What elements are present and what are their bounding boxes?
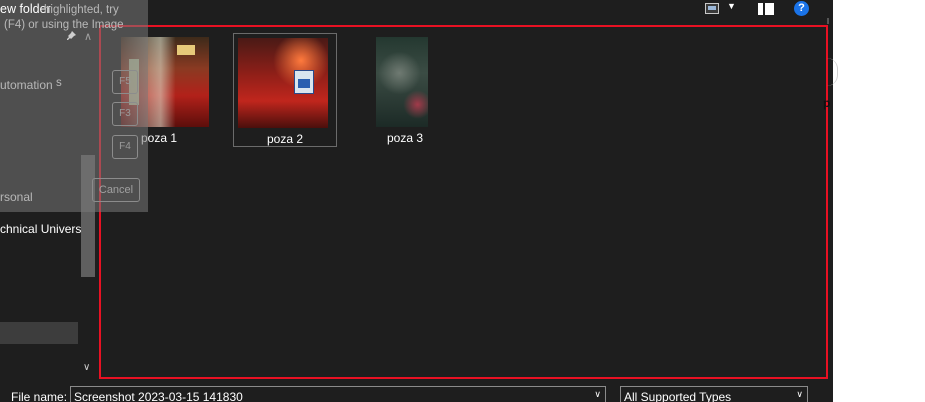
file-list-area[interactable]: poza 1 poza 2 poza 3 — [99, 25, 828, 379]
overlay-text: (F4) or using the Image — [4, 19, 124, 31]
chevron-down-icon[interactable]: ∨ — [796, 389, 803, 400]
thumb-detail — [294, 70, 314, 94]
key-hint-f5: F5 — [112, 70, 138, 94]
file-item[interactable]: poza 3 — [353, 33, 457, 147]
file-type-select[interactable]: All Supported Types ∨ — [620, 386, 808, 402]
background-window: p — [823, 0, 925, 402]
window-edge — [827, 58, 838, 86]
chevron-down-icon[interactable]: ∨ — [594, 389, 601, 400]
hint-overlay: ew folder highlighted, try (F4) or using… — [0, 0, 148, 212]
scroll-down-icon[interactable]: ∨ — [83, 362, 90, 373]
window-edge — [827, 18, 829, 24]
key-hint-f3: F3 — [112, 102, 138, 126]
partial-text: p — [823, 96, 831, 110]
file-name-input[interactable]: Screenshot 2023-03-15 141830 ∨ — [70, 386, 606, 402]
key-hint-f4: F4 — [112, 135, 138, 159]
file-name-label: File name: — [11, 390, 68, 402]
overlay-text: s — [56, 77, 62, 89]
file-name-label: poza 3 — [386, 131, 424, 145]
nav-item-university[interactable]: chnical Universi — [0, 222, 84, 236]
chevron-down-icon[interactable]: ▼ — [727, 1, 736, 11]
overlay-text: highlighted, try — [44, 4, 119, 16]
file-type-value: All Supported Types — [624, 390, 732, 402]
cancel-button[interactable]: Cancel — [92, 178, 140, 202]
file-thumbnail — [238, 38, 328, 128]
view-mode-icon[interactable] — [705, 3, 719, 14]
file-item-selected[interactable]: poza 2 — [233, 33, 337, 147]
file-name-value: Screenshot 2023-03-15 141830 — [74, 390, 243, 402]
file-name-label: poza 2 — [266, 132, 304, 146]
nav-item-selected[interactable] — [0, 322, 78, 344]
help-icon[interactable]: ? — [794, 1, 809, 16]
preview-pane-icon[interactable] — [758, 3, 774, 15]
file-thumbnail — [376, 37, 428, 127]
bottom-bar: File name: Screenshot 2023-03-15 141830 … — [0, 380, 833, 402]
file-dialog: utomation rsonal chnical Universi ∨ ∧ ▼ … — [0, 0, 833, 402]
pin-icon[interactable] — [65, 30, 77, 42]
thumb-detail — [177, 45, 195, 55]
